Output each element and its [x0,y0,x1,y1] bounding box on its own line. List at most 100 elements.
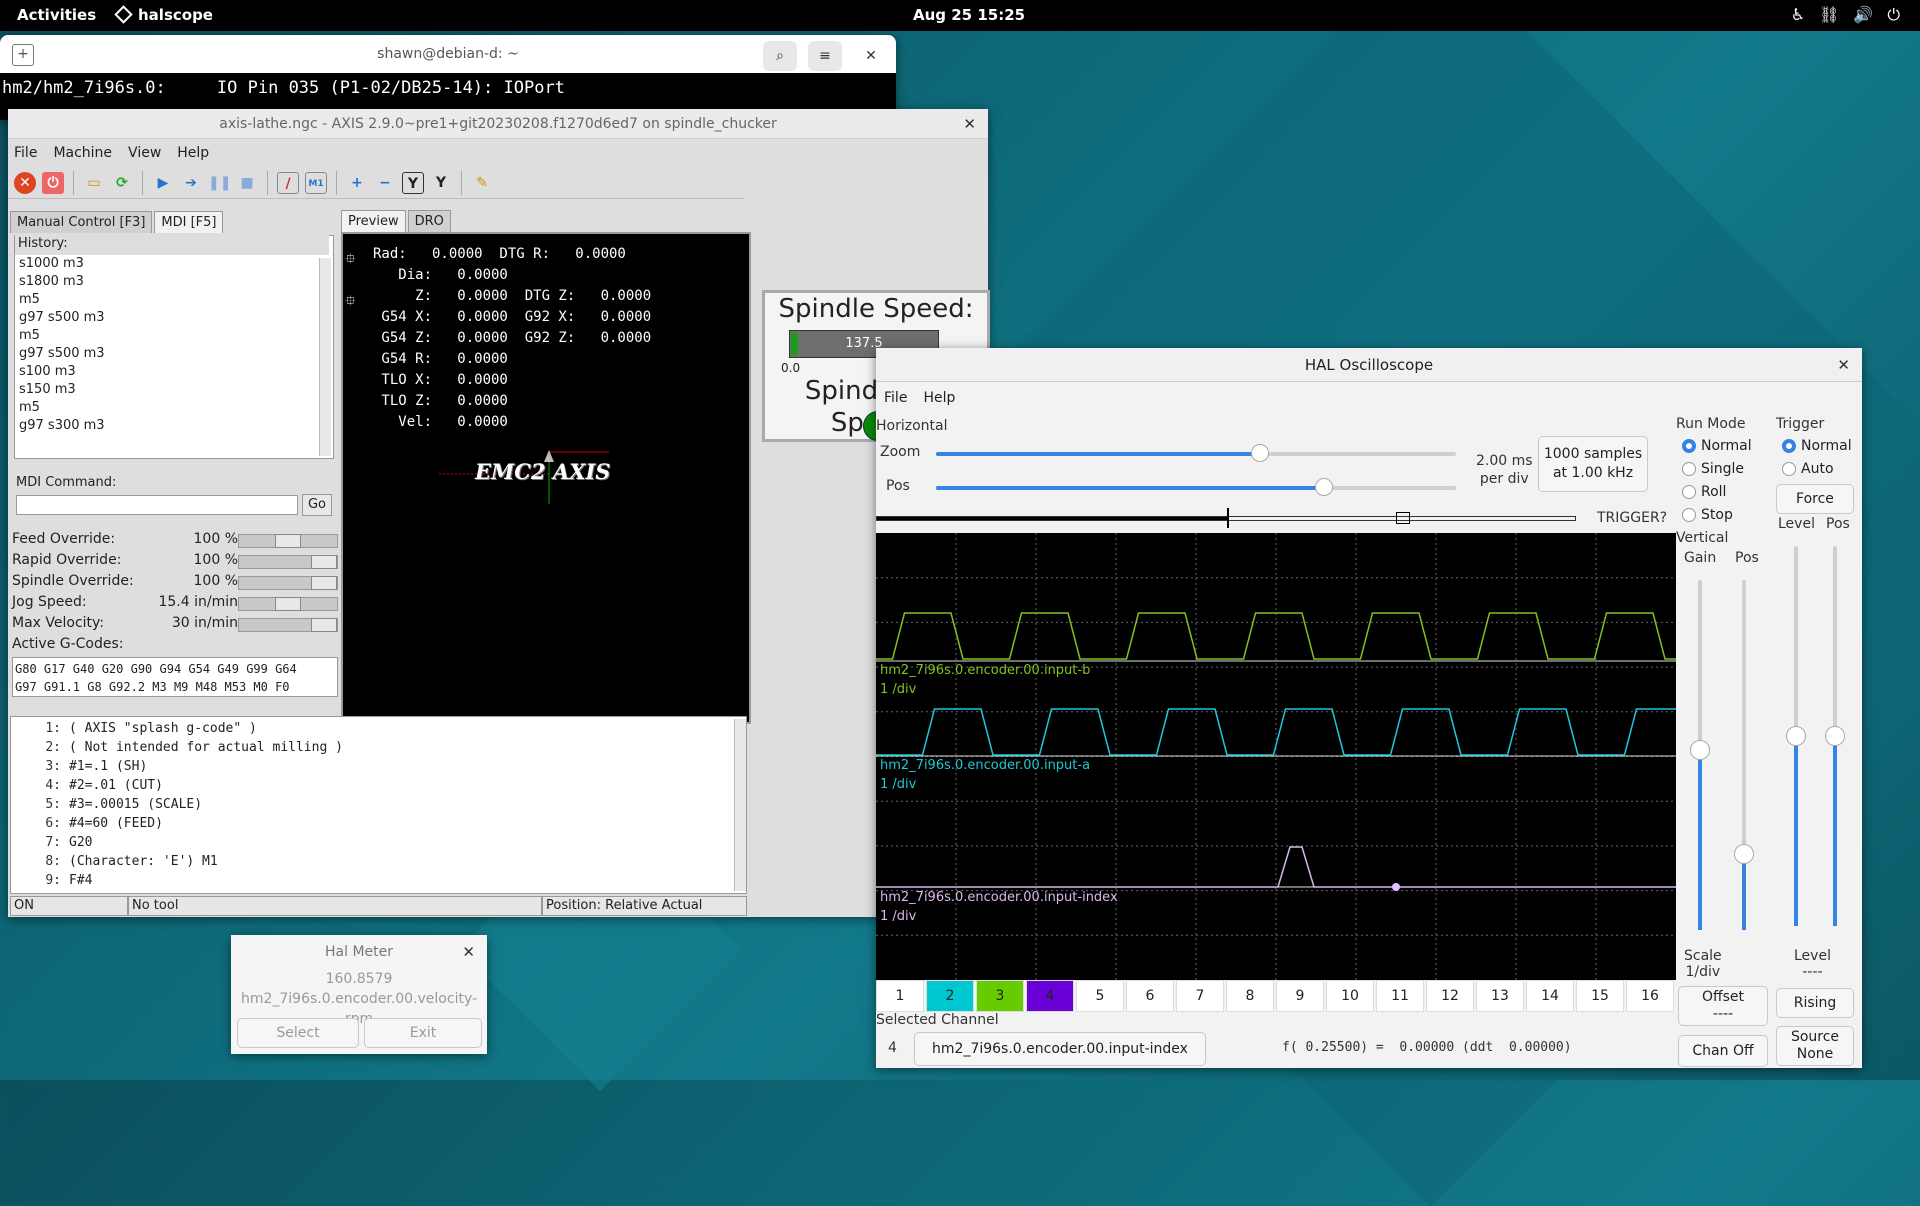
history-item[interactable]: g97 s500 m3 [19,345,329,363]
power-icon[interactable]: ⏻ [1887,5,1900,25]
slider-knob[interactable] [275,597,301,611]
exit-button[interactable]: Exit [364,1018,482,1048]
slider-knob[interactable] [1734,844,1754,864]
slider-knob[interactable] [275,534,301,548]
slider-knob[interactable] [1825,726,1845,746]
pause-icon[interactable]: ❚❚ [208,172,231,194]
activities-button[interactable]: Activities [17,6,96,24]
channel-button-13[interactable]: 13 [1476,980,1524,1012]
go-button[interactable]: Go [302,494,332,516]
run-mode-stop[interactable]: Stop [1682,507,1733,523]
menu-icon[interactable]: ≡ [808,41,842,71]
gcode-listing[interactable]: 1:( AXIS "splash g-code" ) 2:( Not inten… [10,716,747,894]
run-mode-roll[interactable]: Roll [1682,484,1726,500]
channel-button-3[interactable]: 3 [976,980,1024,1012]
channel-button-11[interactable]: 11 [1376,980,1424,1012]
channel-button-8[interactable]: 8 [1226,980,1274,1012]
block-delete-icon[interactable]: / [277,171,299,194]
trigger-level-slider[interactable] [1786,546,1806,926]
run-mode-normal[interactable]: Normal [1682,438,1752,454]
slider-knob[interactable] [1315,478,1333,496]
history-item[interactable]: g97 s500 m3 [19,309,329,327]
menu-help[interactable]: Help [923,390,955,406]
channel-button-5[interactable]: 5 [1076,980,1124,1012]
clear-backplot-icon[interactable]: ✎ [471,172,493,194]
accessibility-icon[interactable]: ♿ [1791,5,1805,25]
close-icon[interactable]: ✕ [462,935,475,969]
estop-icon[interactable]: ✕ [14,171,36,194]
channel-button-1[interactable]: 1 [876,980,924,1012]
channel-button-7[interactable]: 7 [1176,980,1224,1012]
search-icon[interactable]: ⌕ [763,41,797,71]
offset-button[interactable]: Offset ---- [1678,986,1768,1026]
jog-speed-slider[interactable] [238,597,338,611]
tab-dro[interactable]: DRO [407,210,451,232]
menu-help[interactable]: Help [177,145,209,161]
force-button[interactable]: Force [1776,484,1854,514]
preview-canvas[interactable]: Rad: 0.0000 DTG R: 0.0000 Dia: 0.0000 Z:… [341,232,751,724]
zoom-out-icon[interactable]: − [374,172,396,194]
scope-display[interactable]: hm2_7i96s.0.encoder.00.input-b 1 /div hm2… [876,533,1725,980]
history-item[interactable]: g97 s300 m3 [19,417,329,435]
slider-knob[interactable] [311,618,337,632]
tab-preview[interactable]: Preview [341,210,406,232]
menu-file[interactable]: File [14,145,37,161]
system-tray[interactable]: ♿ ⛓ 🔊 ⏻ [1791,5,1900,25]
view-y-icon[interactable]: Y [402,171,424,194]
trigger-position-bar[interactable] [876,516,1576,521]
chan-off-button[interactable]: Chan Off [1678,1035,1768,1067]
channel-button-12[interactable]: 12 [1426,980,1474,1012]
feed-override-slider[interactable] [238,534,338,548]
tab-mdi[interactable]: MDI [F5] [154,211,224,233]
channel-button-4[interactable]: 4 [1026,980,1074,1012]
channel-button-6[interactable]: 6 [1126,980,1174,1012]
reload-icon[interactable]: ⟳ [111,172,133,194]
vpos-slider[interactable] [1734,580,1754,930]
history-scrollbar[interactable] [319,258,331,456]
network-icon[interactable]: ⛓ [1819,5,1839,25]
pos-slider[interactable] [936,478,1456,496]
select-button[interactable]: Select [237,1018,359,1048]
slider-knob[interactable] [1251,444,1269,462]
source-button[interactable]: Source None [1776,1026,1854,1066]
samples-button[interactable]: 1000 samples at 1.00 kHz [1538,436,1648,492]
channel-button-14[interactable]: 14 [1526,980,1574,1012]
selected-channel-name[interactable]: hm2_7i96s.0.encoder.00.input-index [914,1032,1206,1066]
slider-knob[interactable] [311,555,337,569]
history-item[interactable]: m5 [19,327,329,345]
trigger-pos-slider[interactable] [1825,546,1845,926]
history-item[interactable]: s100 m3 [19,363,329,381]
channel-button-10[interactable]: 10 [1326,980,1374,1012]
slider-knob[interactable] [1786,726,1806,746]
clock[interactable]: Aug 25 15:25 [913,6,1025,24]
close-icon[interactable]: ✕ [963,109,976,139]
channel-button-15[interactable]: 15 [1576,980,1624,1012]
tab-manual-control[interactable]: Manual Control [F3] [10,211,153,233]
optional-stop-icon[interactable]: M1 [305,171,327,194]
history-item[interactable]: s150 m3 [19,381,329,399]
zoom-slider[interactable] [936,444,1456,462]
history-list[interactable]: History: s1000 m3 s1800 m3 m5 g97 s500 m… [14,235,334,459]
slider-knob[interactable] [1690,740,1710,760]
rapid-override-slider[interactable] [238,555,338,569]
open-file-icon[interactable]: ▭ [83,172,105,194]
history-item[interactable]: s1000 m3 [19,255,329,273]
history-item[interactable]: m5 [19,291,329,309]
new-tab-icon[interactable]: + [12,44,34,66]
history-item[interactable]: s1800 m3 [19,273,329,291]
app-menu[interactable]: halscope [114,5,213,24]
max-velocity-slider[interactable] [238,618,338,632]
menu-machine[interactable]: Machine [53,145,112,161]
gain-slider[interactable] [1690,580,1710,930]
mdi-command-input[interactable] [16,495,298,515]
run-mode-single[interactable]: Single [1682,461,1744,477]
channel-button-16[interactable]: 16 [1626,980,1674,1012]
rising-button[interactable]: Rising [1776,988,1854,1018]
channel-button-9[interactable]: 9 [1276,980,1324,1012]
channel-button-2[interactable]: 2 [926,980,974,1012]
menu-view[interactable]: View [128,145,161,161]
close-icon[interactable]: ✕ [854,41,888,71]
trigger-auto[interactable]: Auto [1782,461,1834,477]
menu-file[interactable]: File [884,390,907,406]
close-icon[interactable]: ✕ [1837,348,1850,382]
